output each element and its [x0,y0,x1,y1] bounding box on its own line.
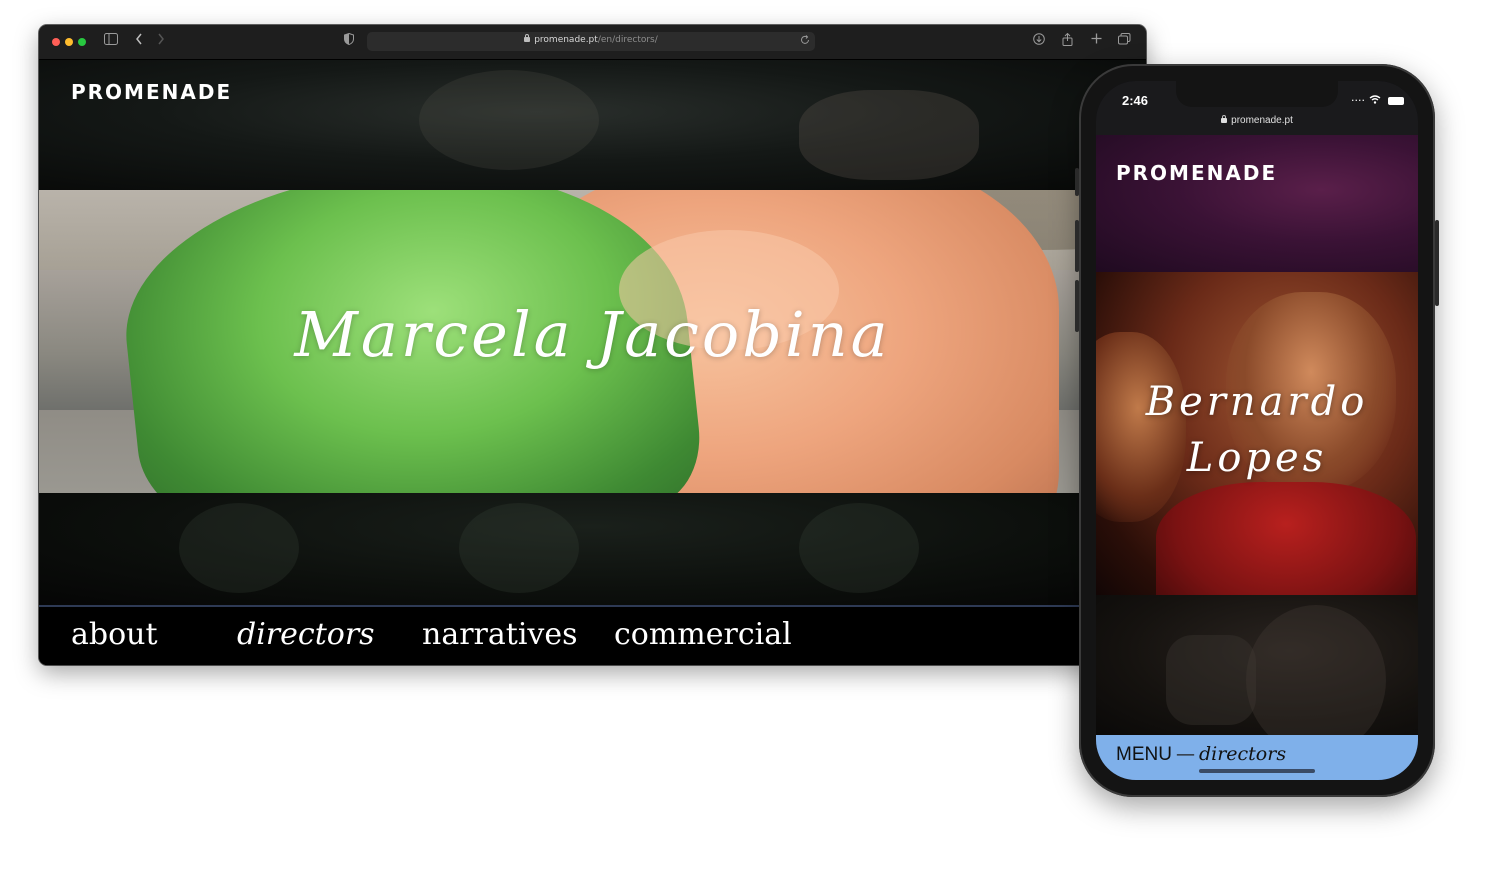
phone-device: 2:46 ···· promenade.pt PROMENADE Bernard… [1075,64,1439,797]
phone-screen: 2:46 ···· promenade.pt PROMENADE Bernard… [1096,81,1418,780]
battery-icon [1388,97,1404,105]
nav-about[interactable]: about [71,617,158,652]
desktop-browser-window: promenade.pt/en/directors/ Marcela Jacob… [39,25,1146,665]
shield-icon[interactable] [341,32,357,49]
new-tab-icon[interactable] [1088,33,1104,49]
mobile-director-name[interactable]: Bernardo Lopes [1096,374,1418,486]
tabs-icon[interactable] [1116,33,1132,49]
volume-up-button [1075,220,1079,272]
back-icon[interactable] [131,33,147,49]
home-indicator[interactable] [1199,769,1315,773]
signal-icon: ···· [1351,94,1365,107]
site-logo[interactable]: PROMENADE [71,80,232,104]
mute-switch [1075,168,1079,196]
close-window-button[interactable] [52,38,60,46]
address-bar[interactable]: promenade.pt/en/directors/ [367,32,815,51]
director-thumbnail-bottom[interactable] [39,493,1146,605]
phone-notch [1176,81,1338,107]
nav-commercial[interactable]: commercial [614,617,792,652]
download-icon[interactable] [1031,33,1047,49]
mobile-menu-label[interactable]: MENU — directors [1116,743,1286,766]
menu-separator: — [1175,743,1195,765]
mobile-director-first-name: Bernardo [1145,379,1369,425]
nav-directors[interactable]: directors [237,617,375,652]
menu-current-section: directors [1198,743,1287,765]
browser-toolbar: promenade.pt/en/directors/ [39,25,1146,60]
sidebar-icon[interactable] [103,33,119,49]
lock-icon [524,34,531,42]
reload-icon[interactable] [797,34,813,50]
mobile-director-feature-image[interactable]: Bernardo Lopes [1096,272,1418,595]
phone-url-text: promenade.pt [1231,115,1293,126]
volume-down-button [1075,280,1079,332]
wifi-icon [1369,94,1385,107]
mobile-site-logo[interactable]: PROMENADE [1116,161,1277,185]
zoom-window-button[interactable] [78,38,86,46]
website-viewport: Marcela Jacobina PROMENADE about directo… [39,60,1146,665]
power-button [1435,220,1439,306]
phone-url[interactable]: promenade.pt [1096,115,1418,126]
mobile-director-thumbnail-bottom[interactable] [1096,595,1418,755]
menu-word: MENU [1116,744,1172,765]
forward-icon[interactable] [153,33,169,49]
lock-icon [1221,115,1228,123]
site-nav: about directors narratives commercial PT [39,605,1146,665]
status-bar: 2:46 ···· promenade.pt [1096,81,1418,135]
director-feature-image[interactable]: Marcela Jacobina [39,190,1146,493]
address-path: /en/directors/ [597,35,658,45]
address-text: promenade.pt/en/directors/ [367,34,815,45]
status-time: 2:46 [1122,93,1149,108]
nav-narratives[interactable]: narratives [422,617,578,652]
address-domain: promenade.pt [534,35,598,45]
minimize-window-button[interactable] [65,38,73,46]
share-icon[interactable] [1059,32,1075,49]
mobile-director-thumbnail-top[interactable]: PROMENADE [1096,135,1418,272]
status-icons: ···· [1351,94,1404,107]
mobile-director-last-name: Lopes [1186,435,1328,481]
mobile-menu-bar[interactable]: MENU — directors [1096,735,1418,780]
director-name[interactable]: Marcela Jacobina [39,298,1146,371]
